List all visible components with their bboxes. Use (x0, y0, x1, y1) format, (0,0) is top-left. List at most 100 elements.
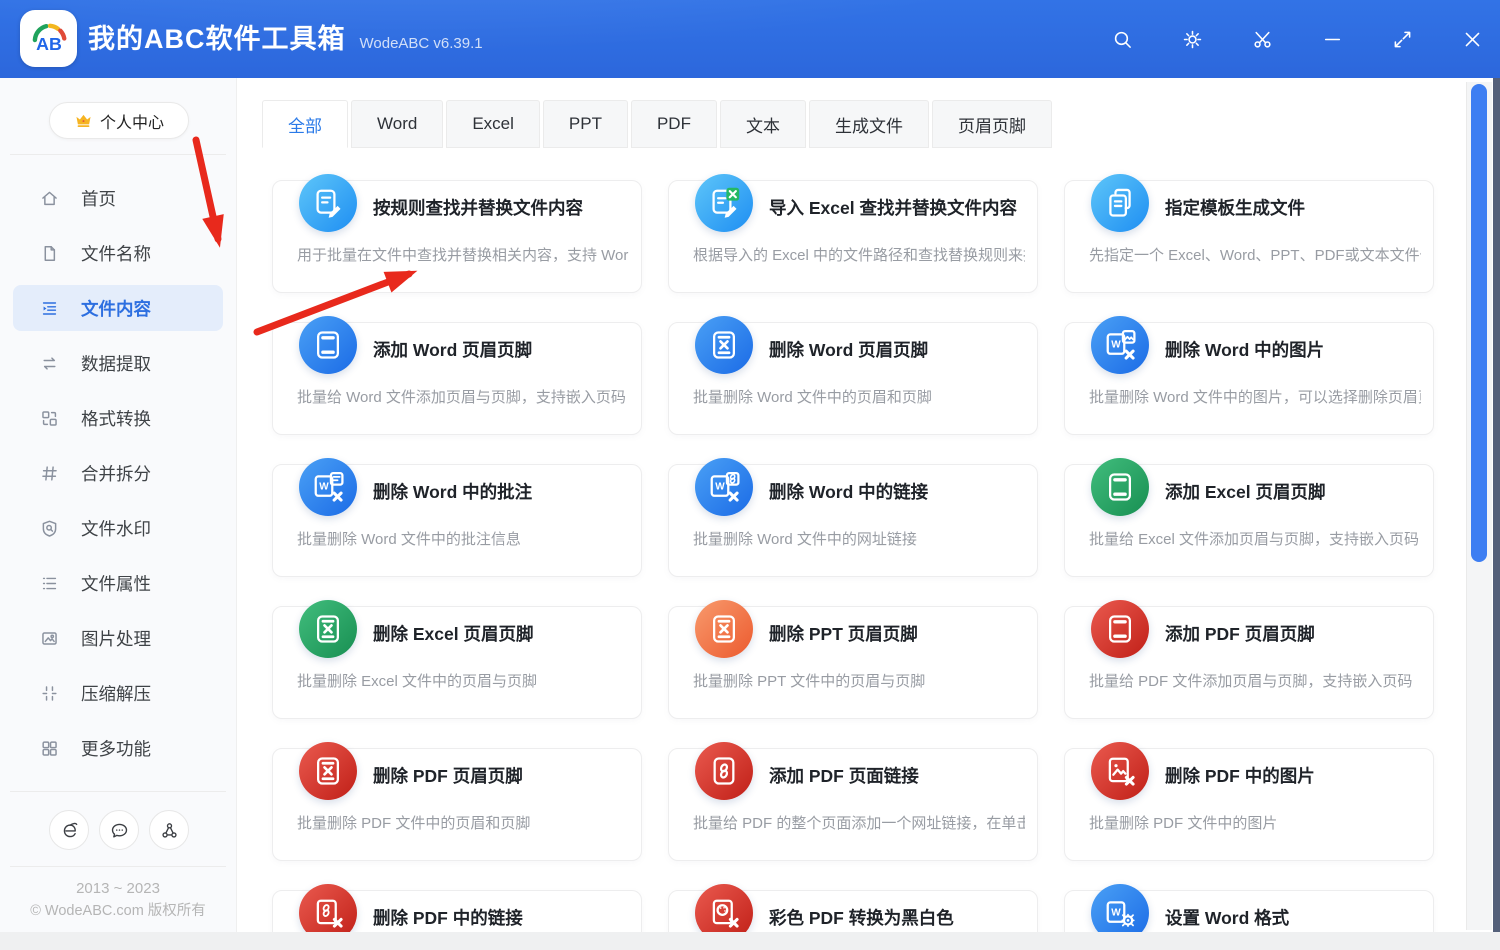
card-title: 删除 Word 中的链接 (769, 479, 928, 504)
sidebar-item-format-convert[interactable]: 格式转换 (13, 395, 223, 441)
sidebar-item-file-content[interactable]: 文件内容 (13, 285, 223, 331)
sidebar-item-file-name[interactable]: 文件名称 (13, 230, 223, 276)
settings-button[interactable] (1180, 27, 1204, 51)
format-convert-icon (40, 409, 59, 428)
card-description: 批量删除 Excel 文件中的页眉与页脚 (297, 670, 629, 691)
personal-center-button[interactable]: 个人中心 (49, 102, 189, 139)
copyright-owner: © WodeABC.com 版权所有 (0, 900, 236, 922)
feature-card[interactable]: 删除 PPT 页眉页脚批量删除 PPT 文件中的页眉与页脚 (668, 606, 1038, 719)
ie-browser-button[interactable] (49, 810, 89, 850)
page-hf-icon (299, 316, 357, 374)
scrollbar-track[interactable] (1466, 82, 1492, 930)
card-title: 设置 Word 格式 (1165, 905, 1289, 930)
page-link-x-icon (299, 884, 357, 932)
card-description: 批量给 Excel 文件添加页眉与页脚，支持嵌入页码 (1089, 528, 1421, 549)
home-icon (40, 189, 59, 208)
doc-pencil-excel-icon (695, 174, 753, 232)
svg-text:W: W (319, 481, 329, 492)
card-description: 批量删除 Word 文件中的网址链接 (693, 528, 1025, 549)
app-version: WodeABC v6.39.1 (360, 35, 483, 52)
scrollbar-thumb[interactable] (1471, 84, 1487, 562)
copyright: 2013 ~ 2023 © WodeABC.com 版权所有 (0, 878, 236, 922)
share-icon (160, 821, 179, 840)
card-title: 添加 Excel 页眉页脚 (1165, 479, 1325, 504)
page-hf-icon (1091, 600, 1149, 658)
chat-button[interactable] (99, 810, 139, 850)
file-name-icon (40, 244, 59, 263)
personal-center-label: 个人中心 (100, 109, 164, 133)
feature-card[interactable]: 删除 PDF 中的图片批量删除 PDF 文件中的图片 (1064, 748, 1434, 861)
tab-生成文件[interactable]: 生成文件 (809, 100, 929, 148)
share-button[interactable] (149, 810, 189, 850)
feature-card[interactable]: 彩色 PDF 转换为黑白色 (668, 890, 1038, 932)
page-link-icon (695, 742, 753, 800)
sidebar: 个人中心 首页文件名称文件内容数据提取格式转换合并拆分文件水印文件属性图片处理压… (0, 78, 237, 932)
tab-文本[interactable]: 文本 (720, 100, 806, 148)
card-description: 根据导入的 Excel 中的文件路径和查找替换规则来执行 (693, 244, 1025, 265)
minimize-button[interactable] (1320, 27, 1344, 51)
doc-stack-icon (1091, 174, 1149, 232)
feature-card[interactable]: 导入 Excel 查找并替换文件内容根据导入的 Excel 中的文件路径和查找替… (668, 180, 1038, 293)
feature-card[interactable]: 添加 Word 页眉页脚批量给 Word 文件添加页眉与页脚，支持嵌入页码 (272, 322, 642, 435)
close-button[interactable] (1460, 27, 1484, 51)
card-title: 添加 PDF 页眉页脚 (1165, 621, 1315, 646)
cards-grid: 按规则查找并替换文件内容用于批量在文件中查找并替换相关内容，支持 Word导入 … (272, 180, 1434, 932)
window-bottom-edge (0, 932, 1500, 950)
tab-ppt[interactable]: PPT (543, 100, 628, 148)
divider (10, 154, 226, 155)
tab-页眉页脚[interactable]: 页眉页脚 (932, 100, 1052, 148)
feature-card[interactable]: W删除 Word 中的图片批量删除 Word 文件中的图片，可以选择删除页眉页 (1064, 322, 1434, 435)
page-hf-x-icon (695, 316, 753, 374)
tab-all[interactable]: 全部 (262, 100, 348, 148)
feature-card[interactable]: W 设置 Word 格式 (1064, 890, 1434, 932)
scissors-icon (1251, 28, 1274, 51)
ie-browser-icon (60, 821, 79, 840)
titlebar-actions (1110, 0, 1484, 78)
feature-card[interactable]: 删除 PDF 页眉页脚批量删除 PDF 文件中的页眉和页脚 (272, 748, 642, 861)
divider (10, 791, 226, 792)
file-content-icon (40, 299, 59, 318)
sidebar-item-data-extract[interactable]: 数据提取 (13, 340, 223, 386)
card-title: 删除 Word 页眉页脚 (769, 337, 928, 362)
svg-text:W: W (1111, 339, 1121, 350)
tab-pdf[interactable]: PDF (631, 100, 717, 148)
data-extract-icon (40, 354, 59, 373)
sidebar-item-more-features[interactable]: 更多功能 (13, 725, 223, 771)
tab-word[interactable]: Word (351, 100, 443, 148)
card-title: 添加 PDF 页面链接 (769, 763, 919, 788)
sidebar-item-home[interactable]: 首页 (13, 175, 223, 221)
feature-card[interactable]: 添加 PDF 页眉页脚批量给 PDF 文件添加页眉与页脚，支持嵌入页码 (1064, 606, 1434, 719)
sidebar-item-watermark[interactable]: 文件水印 (13, 505, 223, 551)
feature-card[interactable]: 删除 Word 页眉页脚批量删除 Word 文件中的页眉和页脚 (668, 322, 1038, 435)
boss-key-button[interactable] (1250, 27, 1274, 51)
category-tabs: 全部WordExcelPPTPDF文本生成文件页眉页脚 (262, 100, 1052, 148)
sidebar-item-merge-split[interactable]: 合并拆分 (13, 450, 223, 496)
more-features-icon (40, 739, 59, 758)
sidebar-nav: 首页文件名称文件内容数据提取格式转换合并拆分文件水印文件属性图片处理压缩解压更多… (0, 175, 236, 780)
feature-card[interactable]: 指定模板生成文件先指定一个 Excel、Word、PPT、PDF或文本文件作为 (1064, 180, 1434, 293)
file-attrs-icon (40, 574, 59, 593)
card-description: 批量删除 Word 文件中的批注信息 (297, 528, 629, 549)
search-button[interactable] (1110, 27, 1134, 51)
card-title: 删除 Excel 页眉页脚 (373, 621, 533, 646)
crown-icon (74, 111, 93, 130)
sidebar-item-file-attrs[interactable]: 文件属性 (13, 560, 223, 606)
tab-excel[interactable]: Excel (446, 100, 540, 148)
window-right-edge (1493, 78, 1500, 932)
feature-card[interactable]: 按规则查找并替换文件内容用于批量在文件中查找并替换相关内容，支持 Word (272, 180, 642, 293)
sidebar-item-image-process[interactable]: 图片处理 (13, 615, 223, 661)
card-title: 删除 Word 中的图片 (1165, 337, 1324, 362)
gear-icon (1181, 28, 1204, 51)
feature-card[interactable]: 添加 PDF 页面链接批量给 PDF 的整个页面添加一个网址链接，在单击 (668, 748, 1038, 861)
feature-card[interactable]: W删除 Word 中的批注批量删除 Word 文件中的批注信息 (272, 464, 642, 577)
feature-card[interactable]: 添加 Excel 页眉页脚批量给 Excel 文件添加页眉与页脚，支持嵌入页码 (1064, 464, 1434, 577)
card-description: 批量给 Word 文件添加页眉与页脚，支持嵌入页码 (297, 386, 629, 407)
feature-card[interactable]: 删除 Excel 页眉页脚批量删除 Excel 文件中的页眉与页脚 (272, 606, 642, 719)
feature-card[interactable]: 删除 PDF 中的链接 (272, 890, 642, 932)
svg-text:W: W (1111, 907, 1121, 918)
feature-card[interactable]: W删除 Word 中的链接批量删除 Word 文件中的网址链接 (668, 464, 1038, 577)
maximize-button[interactable] (1390, 27, 1414, 51)
sidebar-item-compress[interactable]: 压缩解压 (13, 670, 223, 716)
card-description: 批量删除 Word 文件中的页眉和页脚 (693, 386, 1025, 407)
main-content: 全部WordExcelPPTPDF文本生成文件页眉页脚 按规则查找并替换文件内容… (238, 78, 1500, 932)
